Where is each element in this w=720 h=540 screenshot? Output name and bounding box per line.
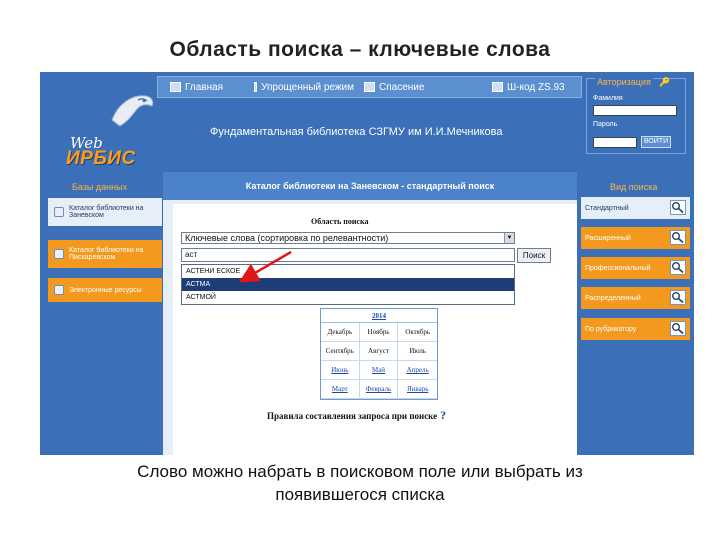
nav-help-label: Спасение [379, 81, 425, 93]
search-area-label: Область поиска [311, 217, 369, 226]
search-input[interactable]: аст [181, 248, 515, 262]
calendar-month-link[interactable]: Июнь [321, 361, 360, 380]
suggestion-list: АСТЕНИ ЕСКОЕ АСТМА АСТМОЙ [181, 264, 515, 305]
magnifier-icon [670, 200, 686, 215]
suggestion-item[interactable]: АСТЕНИ ЕСКОЕ [182, 265, 514, 278]
db-item-label: Электронные ресурсы [69, 286, 142, 294]
search-type-professional[interactable]: Профессиональный [581, 257, 690, 279]
calendar-row: Июнь Май Апрель [321, 361, 437, 380]
book-icon [492, 82, 503, 92]
calendar-month: Сентябрь [321, 342, 360, 361]
login-label: Фамилия [593, 95, 623, 102]
search-type-extended[interactable]: Расширенный [581, 227, 690, 249]
search-button[interactable]: Поиск [517, 248, 551, 263]
nav-simple-mode[interactable]: Упрощенный режим [254, 82, 354, 93]
password-label: Пароль [593, 121, 618, 128]
auth-title: Авторизация [595, 77, 653, 87]
calendar-month: Ноябрь [359, 323, 399, 342]
database-icon [54, 249, 64, 259]
search-area-value: Ключевые слова (сортировка по релевантно… [185, 233, 389, 243]
nav-home[interactable]: Главная [170, 82, 244, 93]
calendar-row: Сентябрь Август Июль [321, 342, 437, 361]
calendar-month-link[interactable]: Март [321, 380, 360, 399]
login-button[interactable]: ВОЙТИ [641, 136, 671, 148]
search-type-label: Стандартный [585, 204, 629, 212]
help-icon[interactable]: ? [440, 408, 446, 422]
search-type-header: Вид поиска [610, 182, 658, 192]
slide-title: Область поиска – ключевые слова [169, 38, 551, 61]
calendar: 2014 Декабрь Ноябрь Октябрь Сентябрь Авг… [320, 308, 438, 400]
magnifier-icon [670, 260, 686, 275]
top-navigation: Главная Упрощенный режим Спасение Ш-код … [157, 76, 582, 98]
magnifier-icon [670, 230, 686, 245]
search-type-standard[interactable]: Стандартный [581, 197, 690, 219]
calendar-month-link[interactable]: Январь [398, 380, 437, 399]
search-area-select[interactable]: Ключевые слова (сортировка по релевантно… [181, 232, 515, 244]
calendar-row: Март Февраль Январь [321, 380, 437, 399]
screenshot-frame: Главная Упрощенный режим Спасение Ш-код … [40, 72, 694, 455]
suggestion-item-highlighted[interactable]: АСТМА [182, 278, 514, 291]
page-icon [254, 82, 258, 92]
search-type-rubricator[interactable]: По рубрикатору [581, 318, 690, 340]
search-type-distributed[interactable]: Распределенный [581, 287, 690, 309]
key-icon: 🔑 [659, 77, 671, 87]
query-rules-text: Правила составления запроса при поиске [267, 411, 438, 421]
magnifier-icon [670, 321, 686, 336]
search-panel: Каталог библиотеки на Заневском - станда… [163, 172, 577, 455]
database-icon [54, 285, 64, 295]
suggestion-item[interactable]: АСТМОЙ [182, 291, 514, 304]
calendar-month-link[interactable]: Февраль [359, 380, 399, 399]
databases-header: Базы данных [72, 182, 128, 192]
calendar-year[interactable]: 2014 [321, 309, 437, 323]
magnifier-icon [670, 290, 686, 305]
search-panel-title: Каталог библиотеки на Заневском - станда… [163, 172, 577, 200]
db-item-label: Каталог библиотеки на Заневском [69, 205, 144, 219]
chevron-down-icon[interactable]: ▼ [504, 233, 514, 243]
search-type-label: По рубрикатору [585, 325, 637, 333]
calendar-month-link[interactable]: Май [359, 361, 399, 380]
panther-logo-icon [111, 95, 154, 127]
database-icon [54, 207, 64, 217]
logo-irbis-text: ИРБИС [66, 148, 136, 169]
nav-simple-mode-label: Упрощенный режим [261, 81, 354, 93]
password-input[interactable] [593, 137, 637, 148]
search-type-label: Расширенный [585, 234, 631, 242]
db-item-label: Каталог библиотеки на Пискаревском [69, 247, 144, 261]
search-type-label: Распределенный [585, 294, 641, 302]
db-item-piskarevsky[interactable]: Каталог библиотеки на Пискаревском [48, 240, 162, 268]
irbis-logo[interactable]: Web ИРБИС [62, 90, 172, 169]
login-input[interactable] [593, 105, 677, 116]
library-name: Фундаментальная библиотека СЗГМУ им И.И.… [210, 126, 503, 138]
search-type-label: Профессиональный [585, 264, 651, 272]
calendar-month: Август [359, 342, 399, 361]
caption-line-1: Слово можно набрать в поисковом поле или… [137, 462, 583, 481]
slide-caption: Слово можно набрать в поисковом поле или… [60, 460, 660, 506]
page-icon [364, 82, 375, 92]
nav-help[interactable]: Спасение [364, 82, 482, 93]
calendar-row: Декабрь Ноябрь Октябрь [321, 323, 437, 342]
query-rules-link[interactable]: Правила составления запроса при поиске? [267, 408, 446, 423]
db-item-electronic[interactable]: Электронные ресурсы [48, 278, 162, 302]
auth-panel: Авторизация 🔑 Фамилия Пароль ВОЙТИ [586, 77, 686, 154]
nav-home-label: Главная [185, 81, 224, 93]
calendar-month: Октябрь [398, 323, 437, 342]
calendar-month-link[interactable]: Апрель [398, 361, 437, 380]
nav-barcode[interactable]: Ш-код ZS.93 [492, 82, 565, 93]
nav-barcode-label: Ш-код ZS.93 [507, 81, 565, 93]
calendar-month: Июль [398, 342, 437, 361]
caption-line-2: появившегося списка [275, 485, 445, 504]
db-item-zanevsky[interactable]: Каталог библиотеки на Заневском [48, 198, 162, 226]
calendar-month: Декабрь [321, 323, 360, 342]
search-form: Область поиска Ключевые слова (сортировк… [173, 204, 577, 455]
